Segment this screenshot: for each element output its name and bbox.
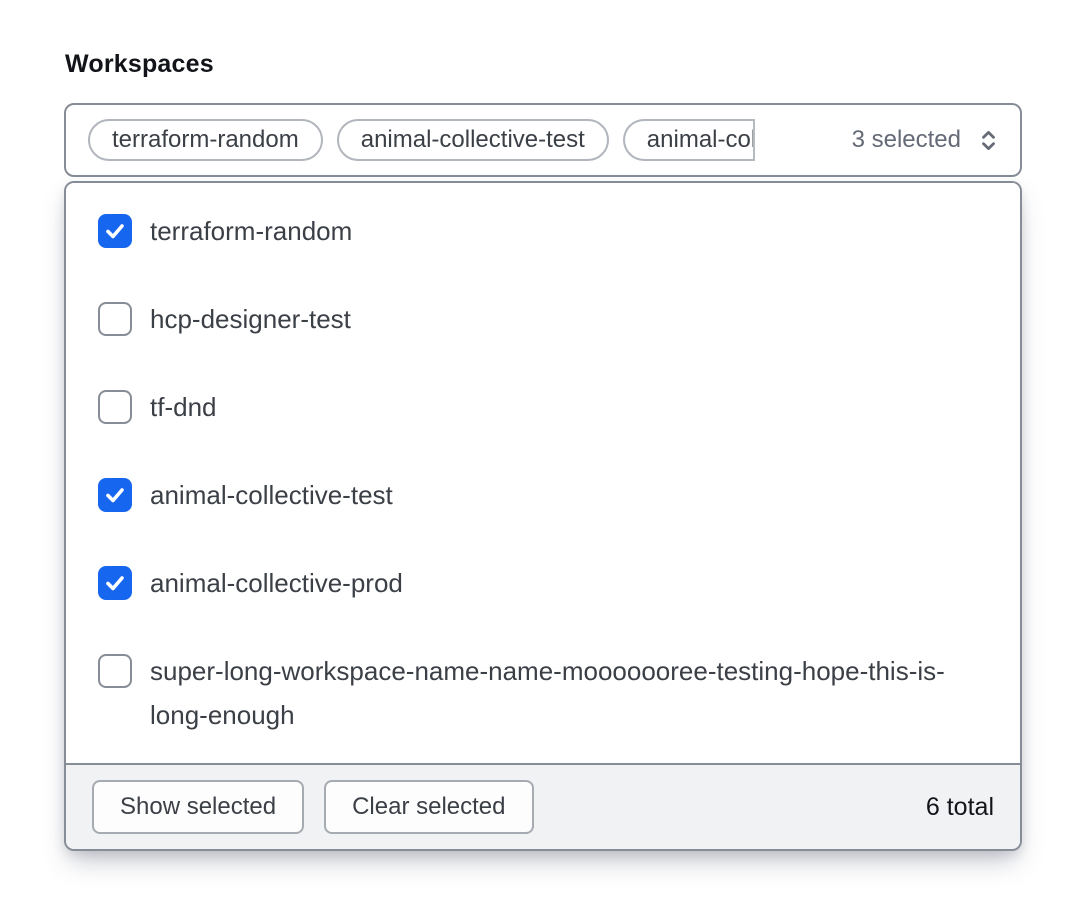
checkbox[interactable] bbox=[98, 302, 132, 336]
field-label: Workspaces bbox=[65, 50, 1024, 79]
unfold-more-icon bbox=[975, 127, 1002, 154]
check-icon bbox=[103, 571, 127, 595]
option-label: tf-dnd bbox=[150, 385, 217, 429]
check-icon bbox=[103, 219, 127, 243]
option-label: hcp-designer-test bbox=[150, 297, 351, 341]
option-label: animal-collective-test bbox=[150, 473, 393, 517]
check-icon bbox=[103, 483, 127, 507]
option-super-long-workspace[interactable]: super-long-workspace-name-name-moooooore… bbox=[66, 627, 1020, 759]
selected-count-label: 3 selected bbox=[852, 126, 961, 154]
option-label: terraform-random bbox=[150, 209, 352, 253]
clear-selected-button[interactable]: Clear selected bbox=[324, 780, 533, 834]
option-tf-dnd[interactable]: tf-dnd bbox=[66, 363, 1020, 451]
selected-chips: terraform-random animal-collective-test … bbox=[88, 119, 755, 161]
show-selected-button[interactable]: Show selected bbox=[92, 780, 304, 834]
multiselect-control[interactable]: terraform-random animal-collective-test … bbox=[64, 103, 1022, 177]
option-hcp-designer-test[interactable]: hcp-designer-test bbox=[66, 275, 1020, 363]
option-animal-collective-test[interactable]: animal-collective-test bbox=[66, 451, 1020, 539]
dropdown-panel: terraform-random hcp-designer-test tf-dn… bbox=[64, 181, 1022, 851]
checkbox[interactable] bbox=[98, 390, 132, 424]
checkbox[interactable] bbox=[98, 214, 132, 248]
chip-clip-container: animal-collective-prod bbox=[623, 119, 755, 161]
dropdown-footer: Show selected Clear selected 6 total bbox=[66, 763, 1020, 849]
chip-terraform-random[interactable]: terraform-random bbox=[88, 119, 323, 161]
option-label: super-long-workspace-name-name-moooooore… bbox=[150, 649, 988, 737]
options-list: terraform-random hcp-designer-test tf-dn… bbox=[66, 183, 1020, 763]
chip-animal-collective-test[interactable]: animal-collective-test bbox=[337, 119, 609, 161]
checkbox[interactable] bbox=[98, 654, 132, 688]
option-label: animal-collective-prod bbox=[150, 561, 403, 605]
checkbox[interactable] bbox=[98, 566, 132, 600]
checkbox[interactable] bbox=[98, 478, 132, 512]
chip-animal-collective-prod[interactable]: animal-collective-prod bbox=[623, 119, 753, 161]
total-count-label: 6 total bbox=[926, 793, 996, 822]
option-animal-collective-prod[interactable]: animal-collective-prod bbox=[66, 539, 1020, 627]
workspaces-multiselect: Workspaces terraform-random animal-colle… bbox=[0, 0, 1088, 851]
option-terraform-random[interactable]: terraform-random bbox=[66, 187, 1020, 275]
